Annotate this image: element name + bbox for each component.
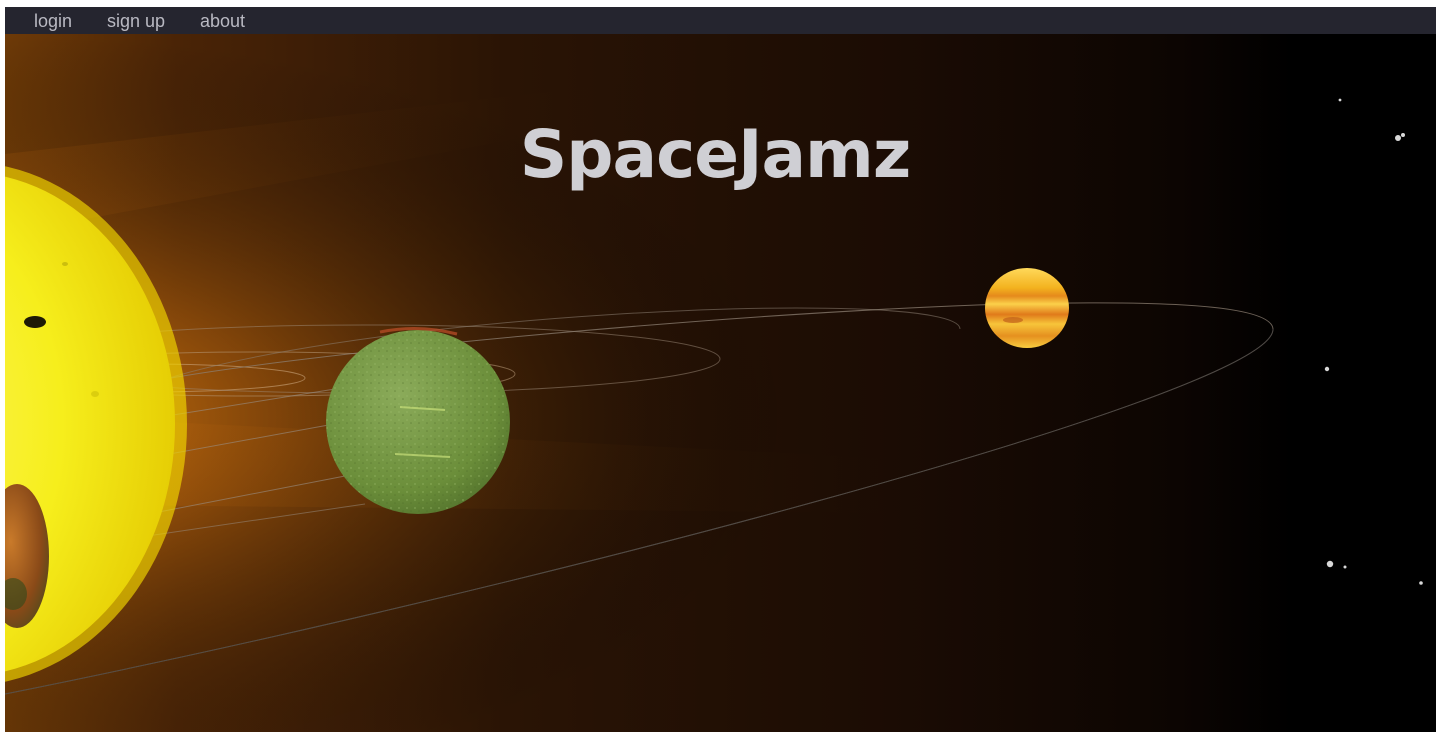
sunspot [91,391,99,397]
login-link[interactable]: login [34,10,72,32]
star [1338,98,1342,102]
top-navbar: login sign up about [5,7,1436,34]
star [1343,565,1347,569]
about-link[interactable]: about [200,10,245,32]
sunspot [24,316,46,328]
star [1326,560,1334,568]
star [1324,366,1330,372]
jupiter-spot [1003,317,1023,323]
signup-link[interactable]: sign up [107,10,165,32]
app-window: login sign up about SpaceJamz [5,7,1436,732]
sunspot [62,262,68,266]
star [1419,581,1423,585]
green-planet-texture [326,330,510,514]
jupiter-planet[interactable] [985,268,1069,348]
app-title: SpaceJamz [519,116,911,193]
jupiter-planet-body [985,268,1069,348]
